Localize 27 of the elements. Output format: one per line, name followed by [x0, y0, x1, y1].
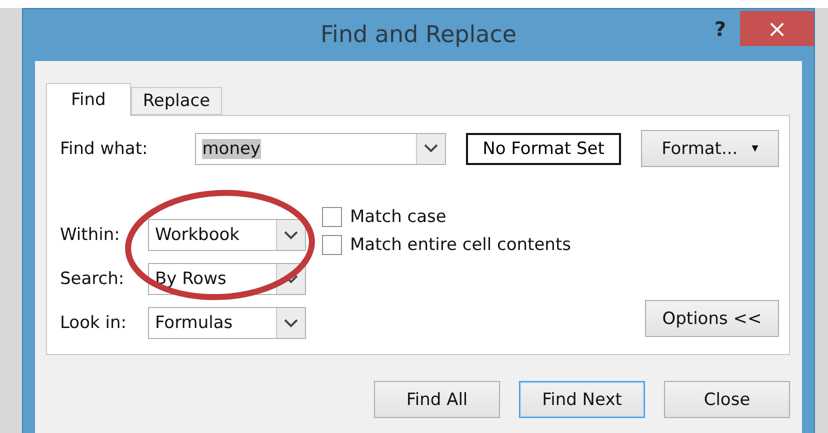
chevron-down-icon [284, 274, 298, 284]
find-what-combobox[interactable]: money [195, 132, 446, 164]
dialog-button[interactable]: Find All [374, 381, 500, 418]
help-button[interactable]: ? [714, 17, 726, 41]
field-label: Look in: [60, 313, 126, 333]
chevron-down-icon [424, 144, 438, 153]
format-button[interactable]: Format... ▾ [640, 130, 779, 167]
window-title: Find and Replace [320, 22, 516, 48]
checkbox-label: Match case [350, 207, 446, 227]
dialog-button[interactable]: Find Next [519, 381, 645, 418]
format-preview: No Format Set [466, 132, 622, 164]
chevron-down-icon [284, 318, 298, 328]
dialog-button[interactable]: Close [664, 381, 790, 418]
tab[interactable]: Replace [130, 87, 222, 115]
close-button[interactable]: × [740, 11, 814, 46]
dropdown[interactable]: Workbook [148, 219, 306, 251]
field-label: Find what: [60, 138, 148, 158]
checkbox[interactable] [322, 235, 342, 255]
selected-text: money [202, 138, 260, 158]
options-button[interactable]: Options << [645, 300, 779, 337]
checkbox[interactable] [322, 207, 342, 227]
checkbox-label: Match entire cell contents [350, 235, 571, 255]
dropdown[interactable]: Formulas [148, 307, 306, 339]
chevron-down-icon [284, 230, 298, 240]
field-label: Within: [60, 225, 120, 245]
tab[interactable]: Find [46, 83, 131, 116]
field-label: Search: [60, 269, 124, 289]
